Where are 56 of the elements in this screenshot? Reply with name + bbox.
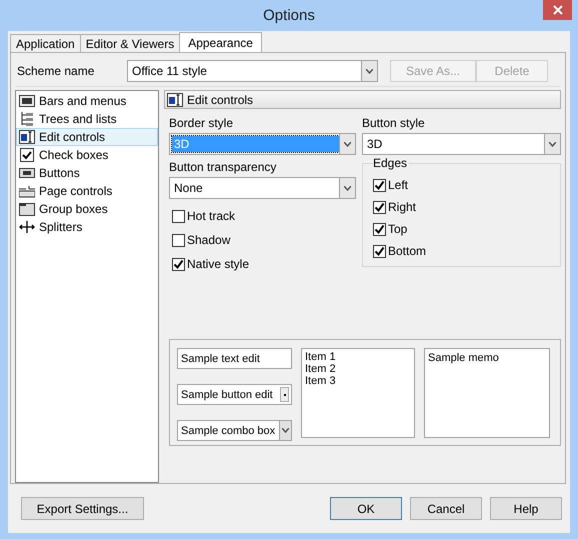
checkbox[interactable] [373, 244, 386, 258]
dropdown[interactable]: Office 11 style [127, 60, 378, 82]
checkbox-label: Bottom [388, 244, 426, 258]
close-icon[interactable] [543, 0, 572, 20]
export-button[interactable]: Export Settings... [21, 497, 144, 520]
list-item[interactable]: Item 1 [305, 351, 414, 363]
checkbox[interactable] [373, 222, 386, 236]
category-item[interactable]: Group boxes [16, 200, 158, 218]
field-label: Button transparency [169, 160, 278, 175]
checkbox-icon [19, 147, 35, 163]
text-edit[interactable]: Sample text edit [177, 348, 292, 369]
memo-field[interactable]: Sample memo [424, 348, 550, 438]
checkbox[interactable] [373, 200, 386, 214]
dialog-button[interactable]: OK [330, 497, 402, 520]
checkbox[interactable] [172, 234, 185, 246]
tab[interactable]: Application [10, 34, 81, 52]
category-item[interactable]: Edit controls [16, 128, 158, 146]
tab[interactable]: Appearance [179, 32, 262, 52]
dropdown[interactable]: None [169, 177, 356, 199]
checkbox-label: Hot track [187, 209, 236, 223]
field-label: Scheme name [16, 64, 96, 78]
ellipsis-button[interactable] [280, 387, 289, 402]
group-box-icon [19, 201, 35, 217]
category-item[interactable]: Bars and menus [16, 92, 158, 110]
text-cursor-icon [167, 92, 183, 108]
checkbox[interactable] [172, 258, 185, 270]
checkbox-label: Left [388, 178, 408, 192]
checkbox-label: Right [388, 200, 416, 214]
list-item[interactable]: Item 3 [305, 375, 414, 387]
window-title: Options [263, 7, 315, 24]
category-item[interactable]: Page controls [16, 182, 158, 200]
combo-box[interactable]: Sample combo box [177, 420, 292, 441]
list-item[interactable]: Item 2 [305, 363, 414, 375]
checkbox[interactable] [172, 210, 185, 222]
field-label: Button style [362, 116, 426, 131]
tree-icon [19, 111, 35, 127]
button-edit[interactable]: Sample button edit [177, 384, 292, 405]
text-cursor-icon [19, 129, 35, 145]
menu-bar-icon [19, 93, 35, 109]
checkbox-label: Top [388, 222, 408, 236]
splitter-icon [19, 219, 35, 235]
category-item[interactable]: Splitters [16, 218, 158, 236]
tab-icon [19, 183, 35, 199]
checkbox[interactable] [373, 178, 386, 192]
field-label: Border style [169, 116, 234, 131]
checkbox-label: Shadow [187, 233, 230, 247]
category-item[interactable]: Check boxes [16, 146, 158, 164]
dialog-button[interactable]: Help [490, 497, 562, 520]
checkbox-label: Native style [187, 257, 250, 271]
category-item[interactable]: Trees and lists [16, 110, 158, 128]
dropdown[interactable]: 3D [362, 133, 561, 155]
category-item[interactable]: Buttons [16, 164, 158, 182]
dialog-button[interactable]: Cancel [410, 497, 482, 520]
group-title: Edges [373, 156, 410, 170]
button-icon [19, 165, 35, 181]
section-header: Edit controls [164, 90, 561, 109]
